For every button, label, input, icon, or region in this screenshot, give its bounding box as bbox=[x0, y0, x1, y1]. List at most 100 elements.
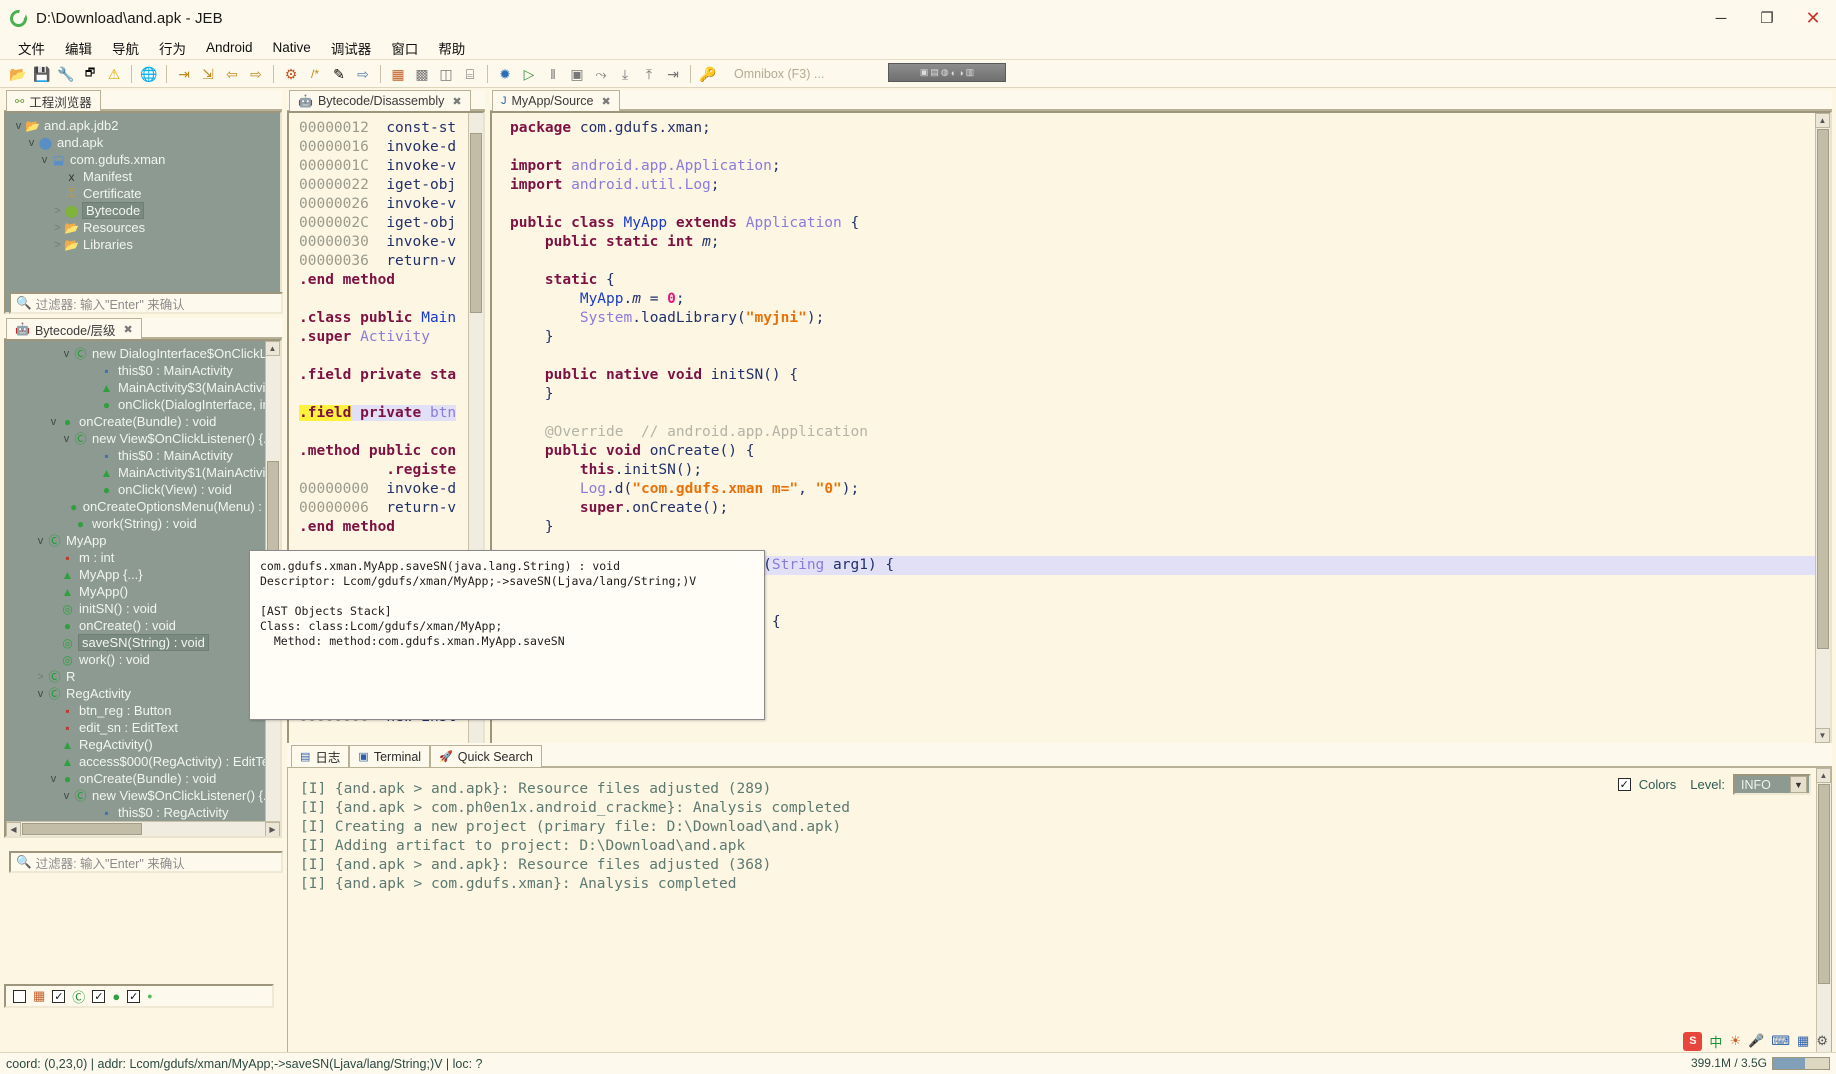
log-vscrollbar[interactable]: ▲ ▼ bbox=[1816, 768, 1831, 1067]
comment-icon[interactable]: /* bbox=[304, 63, 326, 85]
tab-bytecode-disassembly[interactable]: 🤖 Bytecode/Disassembly ✖ bbox=[289, 90, 471, 111]
tree-node[interactable]: > ⬤ Bytecode bbox=[10, 202, 280, 219]
checkbox-checked-icon-3[interactable]: ✓ bbox=[127, 989, 141, 1003]
method-icon[interactable]: ● bbox=[112, 989, 120, 1004]
close-icon[interactable]: ✖ bbox=[601, 95, 610, 108]
tab-log[interactable]: ▤ 日志 bbox=[291, 745, 350, 767]
debug-control-strip[interactable]: ▣ ▤ ◍ ◐ ◑ ▥ bbox=[888, 63, 1006, 82]
tab-bytecode-hierarchy[interactable]: 🤖 Bytecode/层级 ✖ bbox=[6, 318, 142, 339]
open-folder-icon[interactable]: 📂 bbox=[7, 63, 29, 85]
hierarchy-hscroll-thumb[interactable] bbox=[22, 823, 142, 835]
tree-node[interactable]: ▪ m : int bbox=[6, 549, 280, 566]
chevron-down-icon[interactable]: v bbox=[47, 773, 60, 785]
chevron-right-icon[interactable]: > bbox=[51, 205, 64, 217]
goto-next-icon[interactable]: ⇲ bbox=[197, 63, 219, 85]
tree-node[interactable]: ● onClick(DialogInterface, int) bbox=[6, 396, 280, 413]
tree-node[interactable]: v ⬤ and.apk bbox=[10, 134, 280, 151]
checkbox-empty-icon[interactable] bbox=[13, 989, 26, 1003]
tree-node[interactable]: ▲ RegActivity() bbox=[6, 736, 280, 753]
stop-icon[interactable]: ▣ bbox=[566, 63, 588, 85]
menu-window[interactable]: 窗口 bbox=[381, 36, 428, 60]
checkbox-checked-icon[interactable]: ✓ bbox=[52, 989, 66, 1003]
close-icon[interactable]: ✖ bbox=[452, 95, 461, 108]
chevron-down-icon[interactable]: v bbox=[25, 137, 38, 149]
tree-node[interactable]: ▲ MyApp() bbox=[6, 583, 280, 600]
scroll-right-icon[interactable]: ▶ bbox=[265, 822, 280, 836]
menu-help[interactable]: 帮助 bbox=[428, 36, 475, 60]
chevron-down-icon[interactable]: v bbox=[60, 790, 73, 802]
chevron-down-icon[interactable]: v bbox=[12, 120, 25, 132]
chevron-right-icon[interactable]: > bbox=[34, 671, 47, 683]
chevron-right-icon[interactable]: > bbox=[51, 239, 64, 251]
brightness-icon[interactable]: ☀ bbox=[1729, 1033, 1741, 1049]
hierarchy-toggle-strip[interactable]: ▦ ✓ Ⓒ ✓ ● ✓ ● bbox=[4, 984, 274, 1008]
maximize-button[interactable]: ❐ bbox=[1744, 0, 1790, 36]
chevron-right-icon[interactable]: > bbox=[51, 222, 64, 234]
tree-node[interactable]: v Ⓒ RegActivity bbox=[6, 685, 280, 702]
menu-action[interactable]: 行为 bbox=[149, 36, 196, 60]
tree-node[interactable]: x Manifest bbox=[10, 168, 280, 185]
tree-node[interactable]: ▪ edit_sn : EditText bbox=[6, 719, 280, 736]
table-icon[interactable]: ▦ bbox=[387, 63, 409, 85]
tab-myapp-source[interactable]: J MyApp/Source ✖ bbox=[492, 90, 620, 111]
log-lines[interactable]: [I] {and.apk > and.apk}: Resource files … bbox=[288, 768, 1831, 894]
project-filter-input[interactable]: 🔍 过滤器: 输入"Enter" 来确认 bbox=[9, 292, 283, 314]
menu-native[interactable]: Native bbox=[263, 38, 321, 57]
scroll-up-icon[interactable]: ▲ bbox=[1816, 768, 1831, 783]
graph-icon[interactable]: ◫ bbox=[435, 63, 457, 85]
tree-node[interactable]: v ● onCreate(Bundle) : void bbox=[6, 770, 280, 787]
chevron-down-icon[interactable]: v bbox=[34, 535, 47, 547]
pause-icon[interactable]: ‖ bbox=[542, 63, 564, 85]
tree-node[interactable]: ▪ this$0 : MainActivity bbox=[6, 447, 280, 464]
log-level-select[interactable]: INFO ▼ bbox=[1733, 774, 1811, 795]
step-return-icon[interactable]: ⇥ bbox=[662, 63, 684, 85]
menu-file[interactable]: 文件 bbox=[8, 36, 55, 60]
microphone-icon[interactable]: 🎤 bbox=[1748, 1033, 1764, 1049]
close-button[interactable]: ✕ bbox=[1790, 0, 1836, 36]
tree-node[interactable]: ▪ this$0 : RegActivity bbox=[6, 804, 280, 821]
tree-node[interactable]: v ● onCreate(Bundle) : void bbox=[6, 413, 280, 430]
scroll-left-icon[interactable]: ◀ bbox=[6, 822, 21, 836]
chevron-down-icon[interactable]: v bbox=[60, 348, 73, 360]
tree-node[interactable]: ◎ work() : void bbox=[6, 651, 280, 668]
hierarchy-filter-input[interactable]: 🔍 过滤器: 输入"Enter" 来确认 bbox=[9, 851, 283, 873]
step-into-icon[interactable]: ⤓ bbox=[614, 63, 636, 85]
tree-node[interactable]: v ⬓ com.gdufs.xman bbox=[10, 151, 280, 168]
grid-icon[interactable]: ▩ bbox=[411, 63, 433, 85]
tree-node[interactable]: ● work(String) : void bbox=[6, 515, 280, 532]
chevron-down-icon[interactable]: ▼ bbox=[1790, 776, 1807, 793]
settings-icon[interactable]: ⚙ bbox=[1816, 1033, 1828, 1049]
globe-icon[interactable]: 🌐 bbox=[138, 63, 160, 85]
warning-icon[interactable]: ⚠ bbox=[103, 63, 125, 85]
colors-checkbox[interactable]: ✓ bbox=[1617, 778, 1631, 791]
save-icon[interactable]: 💾 bbox=[31, 63, 53, 85]
source-scroll-thumb[interactable] bbox=[1817, 129, 1829, 649]
log-scroll-thumb[interactable] bbox=[1818, 784, 1830, 984]
wrench-icon[interactable]: 🔧 bbox=[55, 63, 77, 85]
tree-node[interactable]: ▲ MyApp {...} bbox=[6, 566, 280, 583]
hierarchy-tree[interactable]: v Ⓒnew DialogInterface$OnClickLi ▪ this$0 :… bbox=[6, 341, 280, 836]
method-small-icon[interactable]: ● bbox=[147, 991, 152, 1001]
tree-node[interactable]: ● onCreateOptionsMenu(Menu) : bo bbox=[6, 498, 280, 515]
omnibox-input[interactable]: Omnibox (F3) ... bbox=[734, 67, 824, 81]
panel-icon[interactable]: ▦ bbox=[1797, 1033, 1809, 1049]
tree-node[interactable]: v 📂 and.apk.jdb2 bbox=[10, 117, 280, 134]
tab-project-explorer[interactable]: ⚯ 工程浏览器 bbox=[6, 90, 101, 111]
minimize-button[interactable]: ─ bbox=[1698, 0, 1744, 36]
source-vscrollbar[interactable]: ▲ ▼ bbox=[1815, 113, 1830, 743]
calc-icon[interactable]: ⌸ bbox=[459, 63, 481, 85]
tree-node[interactable]: ▪ this$0 : MainActivity bbox=[6, 362, 280, 379]
tree-node[interactable]: ▪ btn_reg : Button bbox=[6, 702, 280, 719]
back-arrow-icon[interactable]: ⇦ bbox=[221, 63, 243, 85]
export-icon[interactable]: ⇨ bbox=[352, 63, 374, 85]
class-icon[interactable]: Ⓒ bbox=[72, 987, 85, 1006]
scroll-up-icon[interactable]: ▲ bbox=[1815, 113, 1830, 128]
tab-terminal[interactable]: ▣ Terminal bbox=[349, 745, 431, 767]
debug-bug-icon[interactable]: ✹ bbox=[494, 63, 516, 85]
hierarchy-hscrollbar[interactable]: ◀ ▶ bbox=[6, 821, 280, 836]
tree-node[interactable]: ▲ access$000(RegActivity) : EditText bbox=[6, 753, 280, 770]
memory-indicator[interactable]: 399.1M / 3.5G bbox=[1691, 1052, 1830, 1074]
tree-node[interactable]: > 📂 Libraries bbox=[10, 236, 280, 253]
tree-node[interactable]: ▲ MainActivity$1(MainActivity) bbox=[6, 464, 280, 481]
tree-node[interactable]: ▲ MainActivity$3(MainActivity) bbox=[6, 379, 280, 396]
